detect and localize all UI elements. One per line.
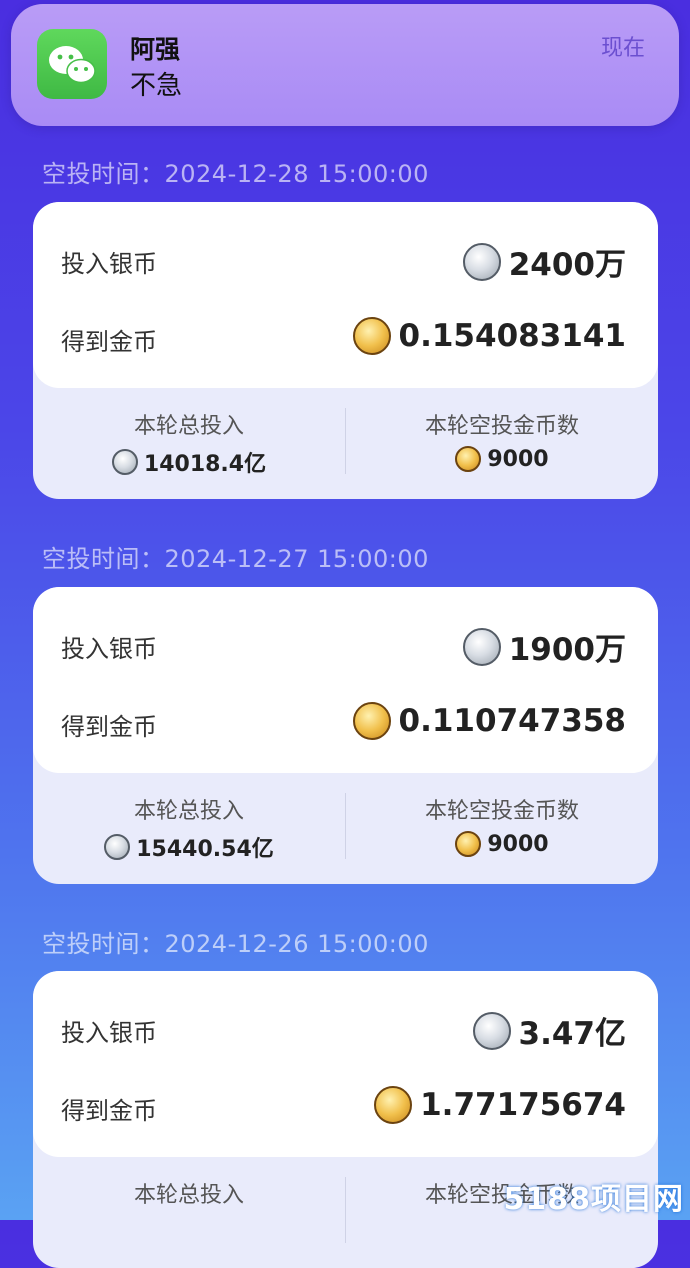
round-total-label: 本轮总投入 [133,414,244,439]
earn-label: 得到金币 [61,713,157,741]
gold-coin-icon [352,317,391,355]
notification-sender: 阿强 [130,35,181,64]
card-top: 投入银币 3.47亿 得到金币 1.77175674 [33,971,658,1157]
invest-label: 投入银币 [61,250,157,278]
gold-coin-icon [455,446,482,472]
round-total-row: 14018.4亿 [33,446,345,478]
invest-value: 3.47亿 [518,1016,627,1052]
earn-value: 0.110747358 [398,703,626,739]
silver-coin-icon [104,834,131,860]
gold-coin-icon [455,831,482,857]
silver-coin-icon [462,627,501,666]
round-total-col: 本轮总投入 [33,1157,345,1268]
airdrop-record-card[interactable]: 投入银币 2400万 得到金币 0.154083141 本轮总投入 14018.… [33,202,658,499]
round-total-row: 15440.54亿 [33,831,345,863]
invest-value: 2400万 [508,247,626,283]
round-airdrop-row: 9000 [346,831,658,857]
gold-coin-icon [374,1086,413,1124]
round-total-label: 本轮总投入 [133,1183,244,1208]
notification-time: 现在 [600,36,645,61]
card-top: 投入银币 1900万 得到金币 0.110747358 [33,587,658,773]
round-total-label: 本轮总投入 [133,799,244,824]
round-airdrop-col: 本轮空投金币数 9000 [346,773,658,884]
invest-value-row: 1900万 [462,624,626,669]
earn-label: 得到金币 [61,328,157,356]
silver-coin-icon [472,1011,511,1050]
round-airdrop-row: 9000 [346,446,658,472]
round-total-value: 15440.54亿 [136,837,274,862]
round-total-col: 本轮总投入 14018.4亿 [33,388,345,499]
earn-value: 0.154083141 [398,318,626,354]
airdrop-time: 空投时间：2024-12-28 15:00:00 [42,160,429,188]
round-airdrop-label: 本轮空投金币数 [424,414,579,439]
wechat-notification[interactable]: 阿强 不急 现在 [11,4,679,126]
earn-label: 得到金币 [61,1097,157,1125]
airdrop-time: 空投时间：2024-12-27 15:00:00 [42,545,429,573]
wechat-icon [37,29,107,99]
earn-value-row: 0.110747358 [352,702,626,740]
round-total-value: 14018.4亿 [143,452,267,477]
earn-value-row: 0.154083141 [352,317,626,355]
card-top: 投入银币 2400万 得到金币 0.154083141 [33,202,658,388]
airdrop-time: 空投时间：2024-12-26 15:00:00 [42,930,429,958]
airdrop-record-card[interactable]: 投入银币 1900万 得到金币 0.110747358 本轮总投入 15440.… [33,587,658,884]
earn-value: 1.77175674 [420,1087,626,1123]
invest-label: 投入银币 [61,635,157,663]
airdrop-record-card[interactable]: 投入银币 3.47亿 得到金币 1.77175674 本轮总投入 本轮空投金币数 [33,971,658,1268]
invest-value-row: 2400万 [462,239,626,284]
silver-coin-icon [462,242,501,281]
invest-value: 1900万 [508,632,626,668]
round-airdrop-col: 本轮空投金币数 9000 [346,388,658,499]
notification-message: 不急 [130,71,183,101]
invest-value-row: 3.47亿 [472,1008,627,1053]
invest-label: 投入银币 [61,1019,157,1047]
round-airdrop-value: 9000 [487,831,549,857]
round-airdrop-label: 本轮空投金币数 [424,799,579,824]
round-airdrop-value: 9000 [487,446,549,472]
silver-coin-icon [111,449,138,475]
round-total-col: 本轮总投入 15440.54亿 [33,773,345,884]
watermark-logo: 5188项目网 [503,1182,684,1217]
earn-value-row: 1.77175674 [374,1086,626,1124]
gold-coin-icon [352,702,391,740]
